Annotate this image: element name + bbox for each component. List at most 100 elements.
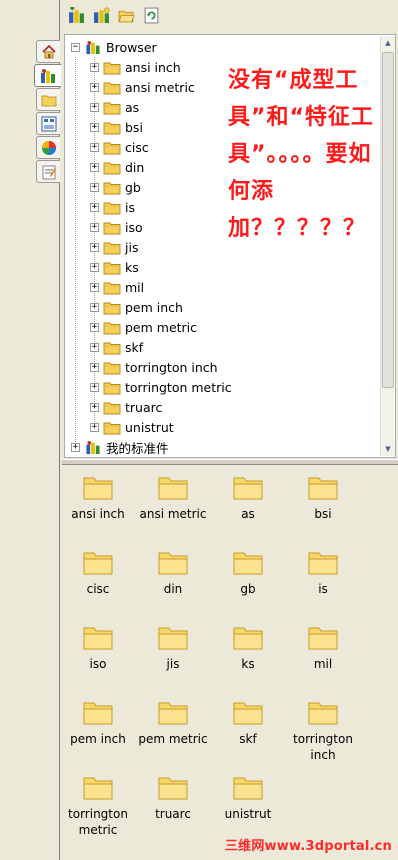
library-folder-label: torrington metric xyxy=(68,807,128,837)
library-folder-item[interactable]: is xyxy=(286,548,360,597)
tab-appearances[interactable] xyxy=(36,136,60,159)
expand-toggle[interactable]: + xyxy=(90,62,99,72)
expand-toggle[interactable]: + xyxy=(90,162,99,172)
tree-item[interactable]: + cisc xyxy=(90,137,149,157)
folder-icon xyxy=(308,627,338,650)
library-folder-item[interactable]: truarc xyxy=(136,773,210,822)
library-folder-label: skf xyxy=(239,732,257,746)
folder-icon xyxy=(103,382,121,394)
folder-icon xyxy=(103,322,121,334)
expand-toggle[interactable]: + xyxy=(90,422,99,432)
expand-toggle[interactable]: + xyxy=(90,142,99,152)
tree-item[interactable]: + pem inch xyxy=(90,297,183,317)
library-folder-label: ansi metric xyxy=(139,507,207,521)
library-folder-item[interactable]: skf xyxy=(211,698,285,747)
folder-icon xyxy=(103,82,121,94)
tree-item-my-standard-parts[interactable]: + 我的标准件 xyxy=(71,437,169,457)
folder-icon xyxy=(233,627,263,650)
tree-item[interactable]: + gb xyxy=(90,177,141,197)
tree-item[interactable]: + din xyxy=(90,157,144,177)
folder-icon xyxy=(158,552,188,575)
expand-toggle[interactable]: + xyxy=(90,322,99,332)
open-folder-button[interactable] xyxy=(117,6,136,25)
expand-toggle[interactable]: + xyxy=(90,102,99,112)
expand-toggle[interactable]: + xyxy=(90,242,99,252)
folder-icon xyxy=(233,702,263,725)
library-folder-item[interactable]: jis xyxy=(136,623,210,672)
expand-toggle[interactable]: + xyxy=(90,302,99,312)
library-folder-item[interactable]: ks xyxy=(211,623,285,672)
library-folder-item[interactable]: as xyxy=(211,473,285,522)
tree-item[interactable]: + truarc xyxy=(90,397,162,417)
tab-view-palette[interactable] xyxy=(36,112,60,135)
refresh-button[interactable] xyxy=(142,6,161,25)
expand-toggle[interactable]: + xyxy=(90,282,99,292)
collapse-toggle[interactable]: − xyxy=(71,42,80,52)
expand-toggle[interactable]: + xyxy=(71,442,80,452)
appearances-icon xyxy=(41,140,56,155)
expand-toggle[interactable]: + xyxy=(90,402,99,412)
tree-item[interactable]: + ansi inch xyxy=(90,57,181,77)
tree-item[interactable]: + torrington metric xyxy=(90,377,232,397)
library-folder-item[interactable]: pem metric xyxy=(136,698,210,747)
add-library-button[interactable] xyxy=(67,6,86,25)
folder-icon xyxy=(103,202,121,214)
library-folder-item[interactable]: torrington inch xyxy=(286,698,360,763)
library-folder-item[interactable]: pem inch xyxy=(61,698,135,747)
tree-item[interactable]: + iso xyxy=(90,217,143,237)
tree-item[interactable]: + as xyxy=(90,97,139,117)
tree-item-label: 我的标准件 xyxy=(106,440,169,456)
refresh-icon xyxy=(144,7,159,23)
library-folder-item[interactable]: unistrut xyxy=(211,773,285,822)
library-folder-item[interactable]: cisc xyxy=(61,548,135,597)
library-folder-item[interactable]: din xyxy=(136,548,210,597)
tree-item[interactable]: + bsi xyxy=(90,117,143,137)
tab-design-library[interactable] xyxy=(34,64,61,87)
expand-toggle[interactable]: + xyxy=(90,122,99,132)
tree-item-label: ansi metric xyxy=(125,79,195,95)
tab-file-explorer[interactable] xyxy=(36,88,60,111)
design-library-toolbar xyxy=(62,0,398,30)
tab-home[interactable] xyxy=(36,40,60,63)
tree-item[interactable]: + is xyxy=(90,197,135,217)
tree-item[interactable]: + torrington inch xyxy=(90,357,218,377)
expand-toggle[interactable]: + xyxy=(90,362,99,372)
tree-item-label: unistrut xyxy=(125,419,174,435)
library-folder-item[interactable]: ansi metric xyxy=(136,473,210,522)
folder-icon xyxy=(233,477,263,500)
tree-item[interactable]: + ks xyxy=(90,257,139,277)
tree-item[interactable]: + pem metric xyxy=(90,317,197,337)
folder-icon xyxy=(83,627,113,650)
tree-item-label: cisc xyxy=(125,139,149,155)
tab-custom-properties[interactable] xyxy=(36,160,60,183)
expand-toggle[interactable]: + xyxy=(90,202,99,212)
tree-item[interactable]: + ansi metric xyxy=(90,77,195,97)
folder-icon xyxy=(83,477,113,500)
library-folder-item[interactable]: iso xyxy=(61,623,135,672)
scroll-up-arrow[interactable]: ▲ xyxy=(381,36,395,50)
tree-item[interactable]: + skf xyxy=(90,337,143,357)
tree-root-browser[interactable]: − Browser xyxy=(71,37,157,57)
library-folder-item[interactable]: ansi inch xyxy=(61,473,135,522)
library-folder-label: truarc xyxy=(155,807,191,821)
folder-icon xyxy=(103,142,121,154)
create-folder-button[interactable] xyxy=(92,6,111,25)
expand-toggle[interactable]: + xyxy=(90,382,99,392)
scroll-down-arrow[interactable]: ▼ xyxy=(381,442,395,456)
tree-item[interactable]: + jis xyxy=(90,237,138,257)
library-folder-item[interactable]: gb xyxy=(211,548,285,597)
library-folder-item[interactable]: bsi xyxy=(286,473,360,522)
library-folder-item[interactable]: mil xyxy=(286,623,360,672)
expand-toggle[interactable]: + xyxy=(90,182,99,192)
library-icon-view: ansi inch ansi metric as bsi cisc din gb is iso j… xyxy=(64,465,396,860)
library-folder-label: as xyxy=(241,507,255,521)
library-folder-item[interactable]: torrington metric xyxy=(61,773,135,838)
tree-item[interactable]: + mil xyxy=(90,277,144,297)
folder-icon xyxy=(103,62,121,74)
home-icon xyxy=(41,44,56,58)
expand-toggle[interactable]: + xyxy=(90,82,99,92)
tree-item[interactable]: + unistrut xyxy=(90,417,174,437)
expand-toggle[interactable]: + xyxy=(90,342,99,352)
expand-toggle[interactable]: + xyxy=(90,262,99,272)
expand-toggle[interactable]: + xyxy=(90,222,99,232)
